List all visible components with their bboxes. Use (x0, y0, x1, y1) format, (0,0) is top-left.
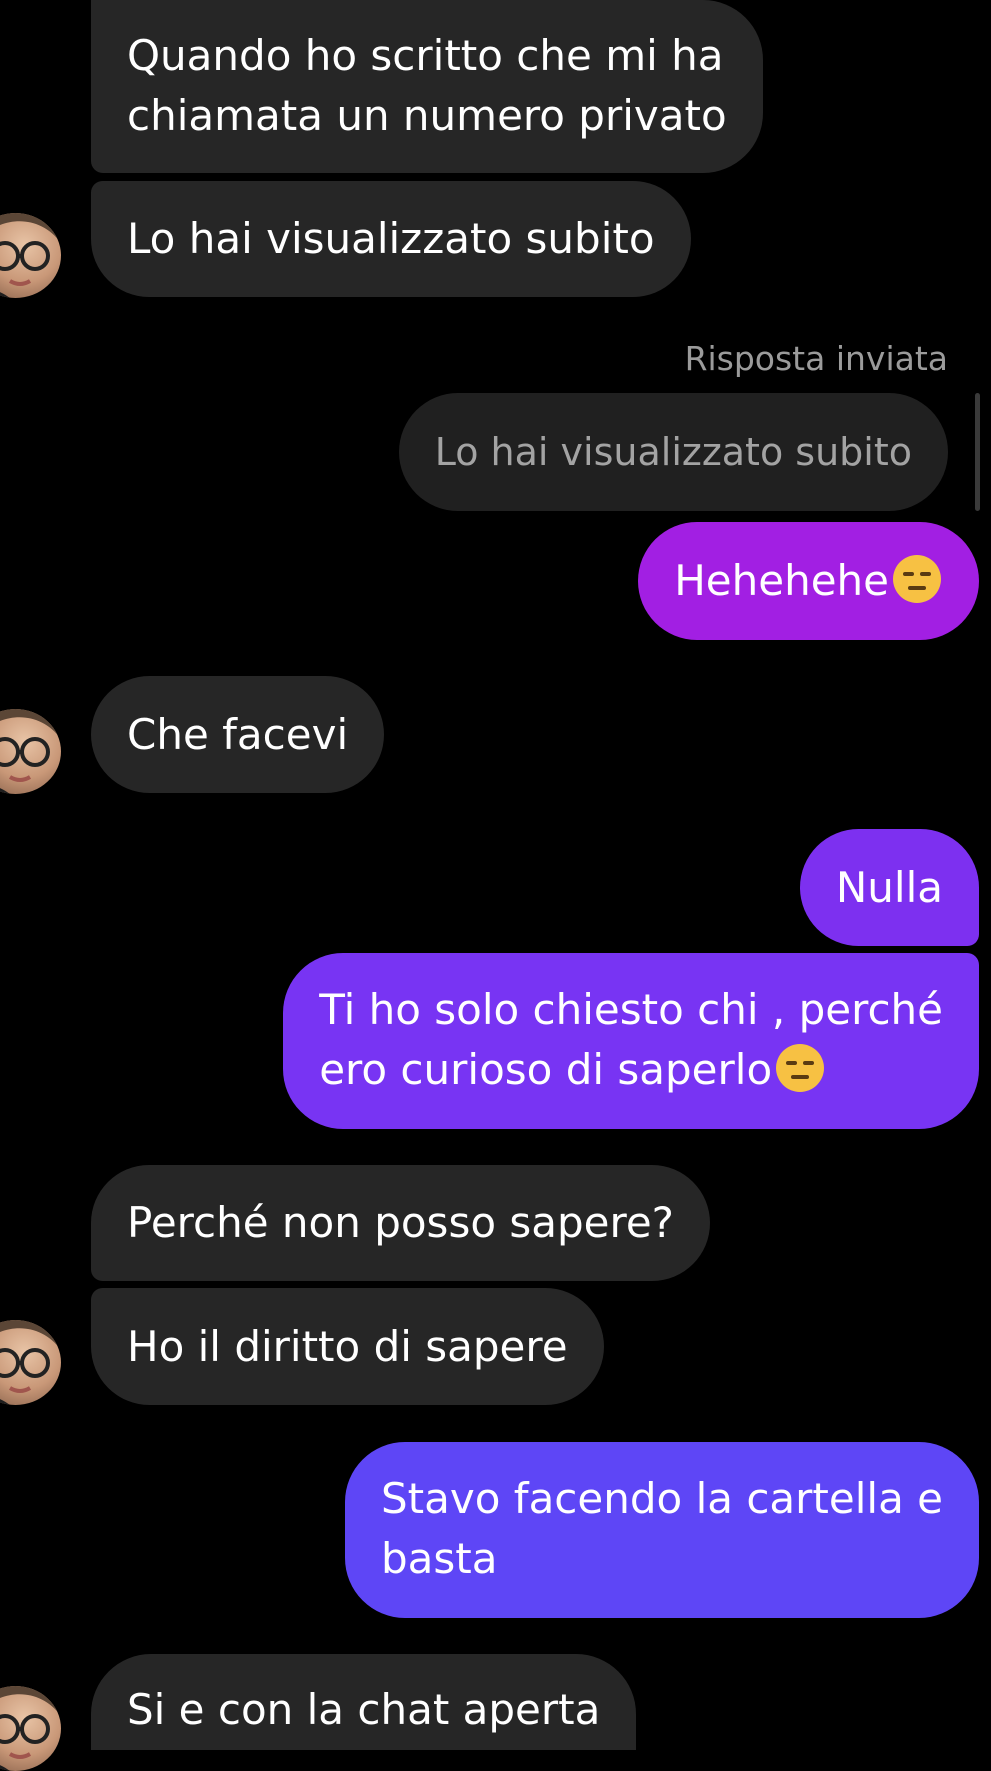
message-bubble-outgoing[interactable]: Hehehehe (638, 522, 979, 640)
contact-avatar[interactable] (0, 709, 61, 794)
message-text-line-wrapper: ero curioso di saperlo (319, 1040, 943, 1100)
reply-caption: Risposta inviata (684, 339, 948, 378)
quoted-message[interactable]: Lo hai visualizzato subito (398, 393, 948, 511)
message-text-line: chiamata un numero privato (127, 91, 727, 140)
expressionless-face-icon (776, 1044, 825, 1092)
message-text-line: Stavo facendo la cartella e (381, 1474, 943, 1523)
message-text-line: basta (381, 1534, 498, 1583)
message-bubble-incoming[interactable]: Si e con la chat aperta (91, 1654, 637, 1750)
message-text: Nulla (835, 863, 943, 912)
message-text-line: ero curioso di saperlo (319, 1045, 773, 1094)
message-bubble-outgoing[interactable]: Stavo facendo la cartella e basta (345, 1442, 979, 1618)
message-text-line: Quando ho scritto che mi ha (127, 31, 724, 80)
message-text: Hehehehe (674, 556, 889, 605)
message-text-line: Ti ho solo chiesto chi , perché (319, 985, 943, 1034)
message-bubble-incoming[interactable]: Quando ho scritto che mi ha chiamata un … (91, 0, 763, 173)
message-bubble-outgoing[interactable]: Nulla (799, 829, 979, 946)
message-bubble-outgoing[interactable]: Ti ho solo chiesto chi , perché ero curi… (283, 953, 979, 1129)
message-bubble-incoming[interactable]: Lo hai visualizzato subito (91, 181, 691, 297)
message-bubble-incoming[interactable]: Perché non posso sapere? (91, 1165, 710, 1281)
contact-avatar[interactable] (0, 213, 61, 298)
message-text: Perché non posso sapere? (127, 1198, 674, 1247)
message-text: Lo hai visualizzato subito (127, 214, 655, 263)
message-bubble-incoming[interactable]: Che facevi (91, 676, 385, 793)
message-text: Si e con la chat aperta (127, 1685, 601, 1734)
message-text: Che facevi (127, 710, 349, 759)
message-bubble-incoming[interactable]: Ho il diritto di sapere (91, 1288, 604, 1405)
contact-avatar[interactable] (0, 1320, 61, 1405)
message-text: Ho il diritto di sapere (127, 1322, 568, 1371)
expressionless-face-icon (893, 555, 941, 603)
contact-avatar[interactable] (0, 1686, 61, 1771)
reply-indicator-bar (975, 393, 980, 511)
